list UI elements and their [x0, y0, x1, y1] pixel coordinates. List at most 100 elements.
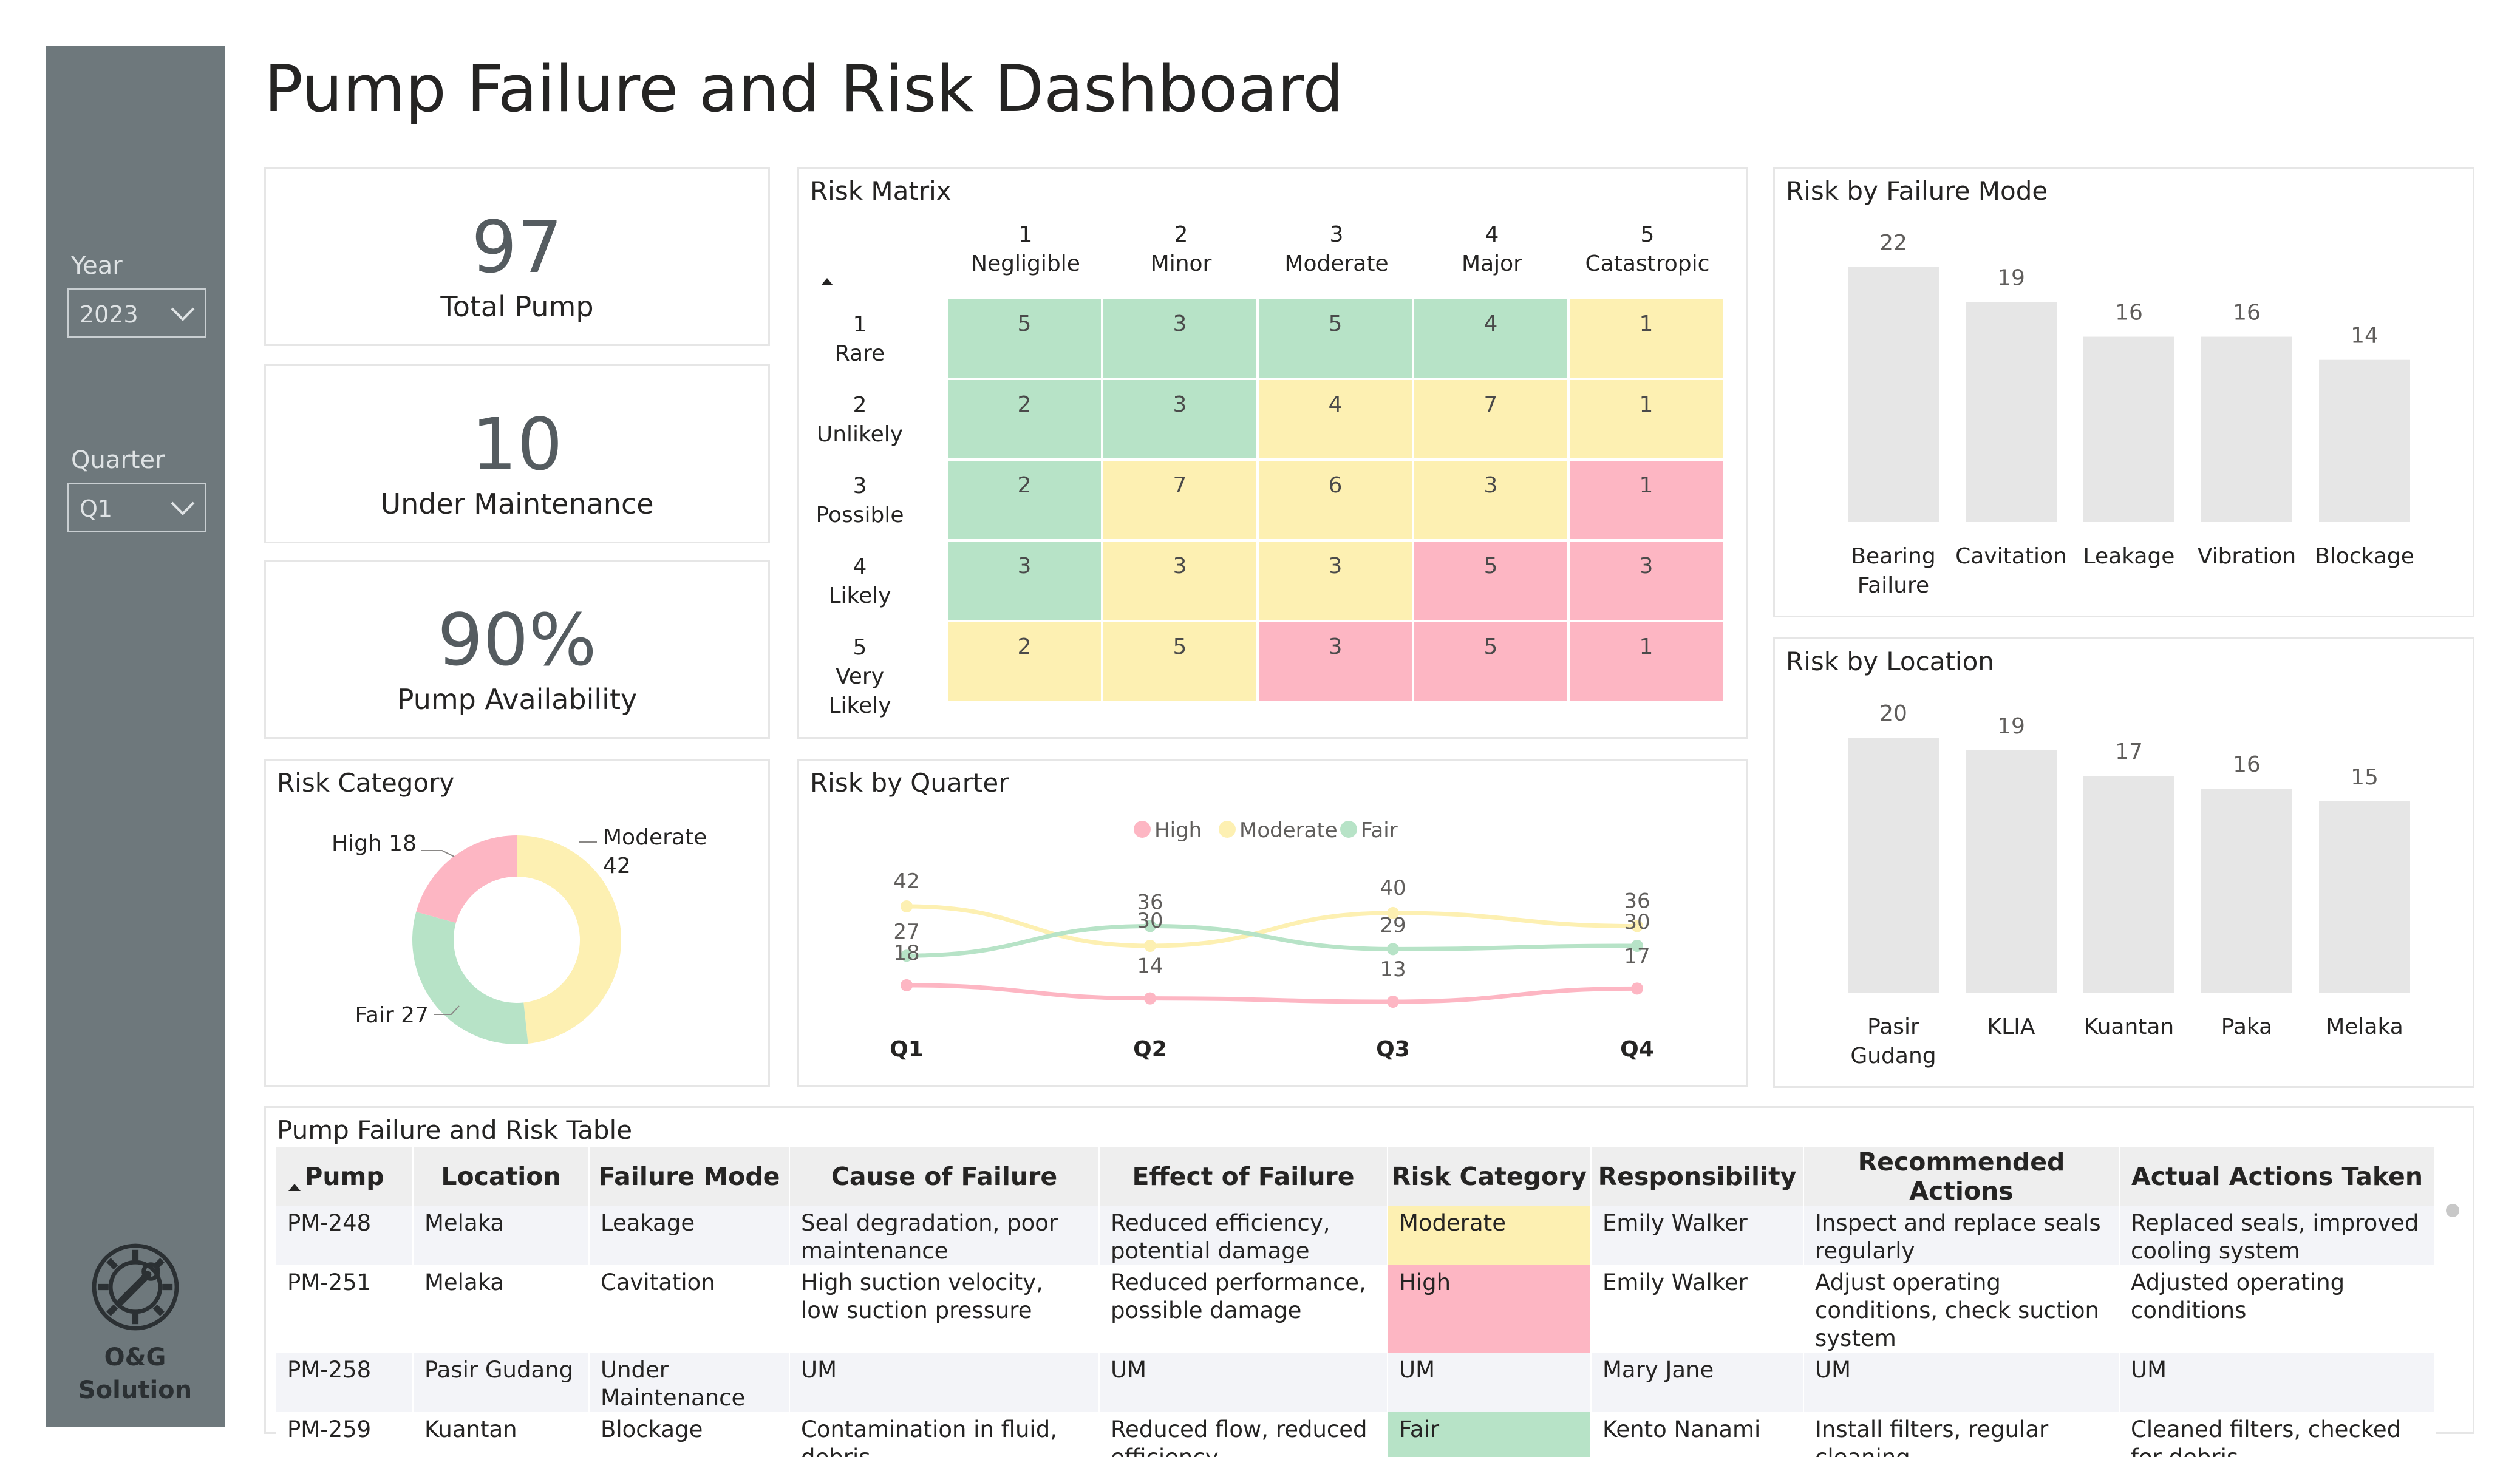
- table-column-header[interactable]: Responsibility: [1591, 1147, 1804, 1206]
- kpi-value: 97: [471, 205, 563, 289]
- risk-matrix-cell[interactable]: 7: [1414, 380, 1567, 458]
- line-data-label: 27: [893, 920, 919, 944]
- table-cell: Reduced efficiency, potential damage: [1099, 1206, 1388, 1265]
- risk-matrix-cell[interactable]: 3: [1414, 461, 1567, 539]
- table-cell: Moderate: [1388, 1206, 1592, 1265]
- quarter-slicer-value: Q1: [80, 495, 113, 522]
- sort-ascending-icon[interactable]: [820, 277, 834, 287]
- risk-matrix-cell[interactable]: 2: [948, 461, 1101, 539]
- risk-matrix-cell[interactable]: 5: [1414, 542, 1567, 620]
- bar[interactable]: [2083, 776, 2174, 993]
- bar[interactable]: [1848, 738, 1939, 993]
- risk-matrix-cell[interactable]: 3: [1103, 299, 1256, 378]
- series-point[interactable]: [901, 900, 913, 912]
- x-tick-label: Q3: [1376, 1037, 1410, 1062]
- risk-matrix-cell[interactable]: 2: [948, 380, 1101, 458]
- row-name: Possible: [816, 503, 904, 528]
- table-cell: Reduced performance, possible damage: [1099, 1265, 1388, 1353]
- bar[interactable]: [2319, 801, 2410, 993]
- x-tick-label: Vibration: [2198, 544, 2297, 569]
- column-name: Moderate: [1284, 251, 1389, 276]
- risk-matrix-cell[interactable]: 1: [1570, 622, 1723, 701]
- donut-label-high: High 18: [332, 831, 417, 856]
- table-column-header[interactable]: Failure Mode: [589, 1147, 790, 1206]
- year-slicer[interactable]: 2023: [67, 288, 206, 338]
- bar[interactable]: [1966, 750, 2057, 993]
- line-data-label: 13: [1380, 957, 1406, 982]
- risk-matrix-cell[interactable]: 6: [1259, 461, 1412, 539]
- table-column-header[interactable]: Risk Category: [1388, 1147, 1592, 1206]
- series-line[interactable]: [906, 904, 1638, 948]
- risk-matrix-cell[interactable]: 3: [1570, 542, 1723, 620]
- series-point[interactable]: [1387, 996, 1399, 1008]
- bar[interactable]: [2319, 359, 2410, 522]
- quarter-slicer-label: Quarter: [71, 446, 165, 474]
- risk-matrix-cell[interactable]: 3: [1103, 380, 1256, 458]
- table-column-header[interactable]: Cause of Failure: [789, 1147, 1100, 1206]
- table-row[interactable]: PM-258 Pasir Gudang Under Maintenance UM UM U…: [276, 1353, 2436, 1412]
- table-column-header[interactable]: Recommended Actions: [1803, 1147, 2120, 1206]
- series-line[interactable]: [906, 983, 1638, 1004]
- risk-by-location-panel: Risk by Location 20 Pasir Gudang 19 KLIA 17 Ku…: [1773, 637, 2474, 1088]
- bar[interactable]: [2201, 789, 2292, 993]
- series-point[interactable]: [1631, 982, 1643, 995]
- table-cell: PM-259: [276, 1412, 414, 1457]
- bar-data-label: 16: [2115, 301, 2143, 325]
- table-row[interactable]: PM-251 Melaka Cavitation High suction veloc…: [276, 1265, 2436, 1353]
- risk-matrix-cell[interactable]: 3: [1259, 542, 1412, 620]
- donut-slice[interactable]: [416, 835, 517, 923]
- row-name: Likely: [828, 583, 891, 608]
- column-name: Catastropic: [1585, 251, 1710, 276]
- risk-matrix-cell[interactable]: 3: [948, 542, 1101, 620]
- risk-matrix-cell[interactable]: 7: [1103, 461, 1256, 539]
- page-title: Pump Failure and Risk Dashboard: [264, 52, 1344, 126]
- legend-label: High: [1154, 818, 1202, 843]
- table-header-row: Pump Location Failure Mode Cause of Failure…: [276, 1147, 2436, 1206]
- column-number: 1: [1018, 222, 1033, 247]
- risk-matrix-cell[interactable]: 3: [1103, 542, 1256, 620]
- risk-matrix-cell[interactable]: 3: [1259, 622, 1412, 701]
- sort-ascending-icon[interactable]: [287, 1183, 302, 1192]
- table-scrollbar[interactable]: [2446, 1204, 2459, 1217]
- table-row[interactable]: PM-259 Kuantan Blockage Contamination in fl…: [276, 1412, 2436, 1457]
- bar[interactable]: [1966, 302, 2057, 522]
- bar[interactable]: [2201, 336, 2292, 522]
- risk-matrix-row-header: 3 Possible: [811, 472, 908, 530]
- line-data-label: 18: [893, 941, 919, 965]
- table-cell: PM-251: [276, 1265, 414, 1353]
- legend-marker: [1219, 821, 1236, 838]
- bar[interactable]: [2083, 336, 2174, 522]
- table-row[interactable]: PM-248 Melaka Leakage Seal degradation, poo…: [276, 1206, 2436, 1265]
- risk-matrix-cell[interactable]: 5: [1414, 622, 1567, 701]
- risk-matrix-cell[interactable]: 4: [1259, 380, 1412, 458]
- risk-matrix-column-header: 5 Catastropic: [1570, 220, 1725, 279]
- risk-matrix-cell[interactable]: 1: [1570, 380, 1723, 458]
- quarter-slicer[interactable]: Q1: [67, 483, 206, 532]
- risk-matrix-cell[interactable]: 2: [948, 622, 1101, 701]
- table-column-header[interactable]: Location: [413, 1147, 590, 1206]
- series-point[interactable]: [1387, 943, 1399, 956]
- table-cell: Under Maintenance: [589, 1353, 790, 1412]
- risk-matrix-cell[interactable]: 5: [1259, 299, 1412, 378]
- bar-data-label: 19: [1997, 714, 2025, 739]
- series-point[interactable]: [1144, 992, 1156, 1005]
- risk-matrix-cell[interactable]: 1: [1570, 299, 1723, 378]
- series-point[interactable]: [1144, 939, 1156, 952]
- risk-category-panel: Risk Category High 18 Moderate 42 Fair 27: [264, 759, 770, 1087]
- risk-matrix-cell[interactable]: 5: [1103, 622, 1256, 701]
- line-data-label: 42: [893, 869, 919, 894]
- table-column-header[interactable]: Effect of Failure: [1099, 1147, 1388, 1206]
- table-column-header[interactable]: Actual Actions Taken: [2119, 1147, 2436, 1206]
- bar[interactable]: [1848, 267, 1939, 522]
- series-point[interactable]: [901, 979, 913, 991]
- row-number: 3: [853, 474, 867, 498]
- panel-title: Risk Matrix: [810, 176, 952, 206]
- x-tick-label: Blockage: [2315, 544, 2414, 569]
- risk-matrix-cell[interactable]: 1: [1570, 461, 1723, 539]
- donut-slice[interactable]: [412, 911, 528, 1044]
- x-tick-label: Kuantan: [2084, 1014, 2174, 1039]
- table-column-header[interactable]: Pump: [276, 1147, 414, 1206]
- line-data-label: 40: [1380, 876, 1406, 900]
- risk-matrix-cell[interactable]: 5: [948, 299, 1101, 378]
- risk-matrix-cell[interactable]: 4: [1414, 299, 1567, 378]
